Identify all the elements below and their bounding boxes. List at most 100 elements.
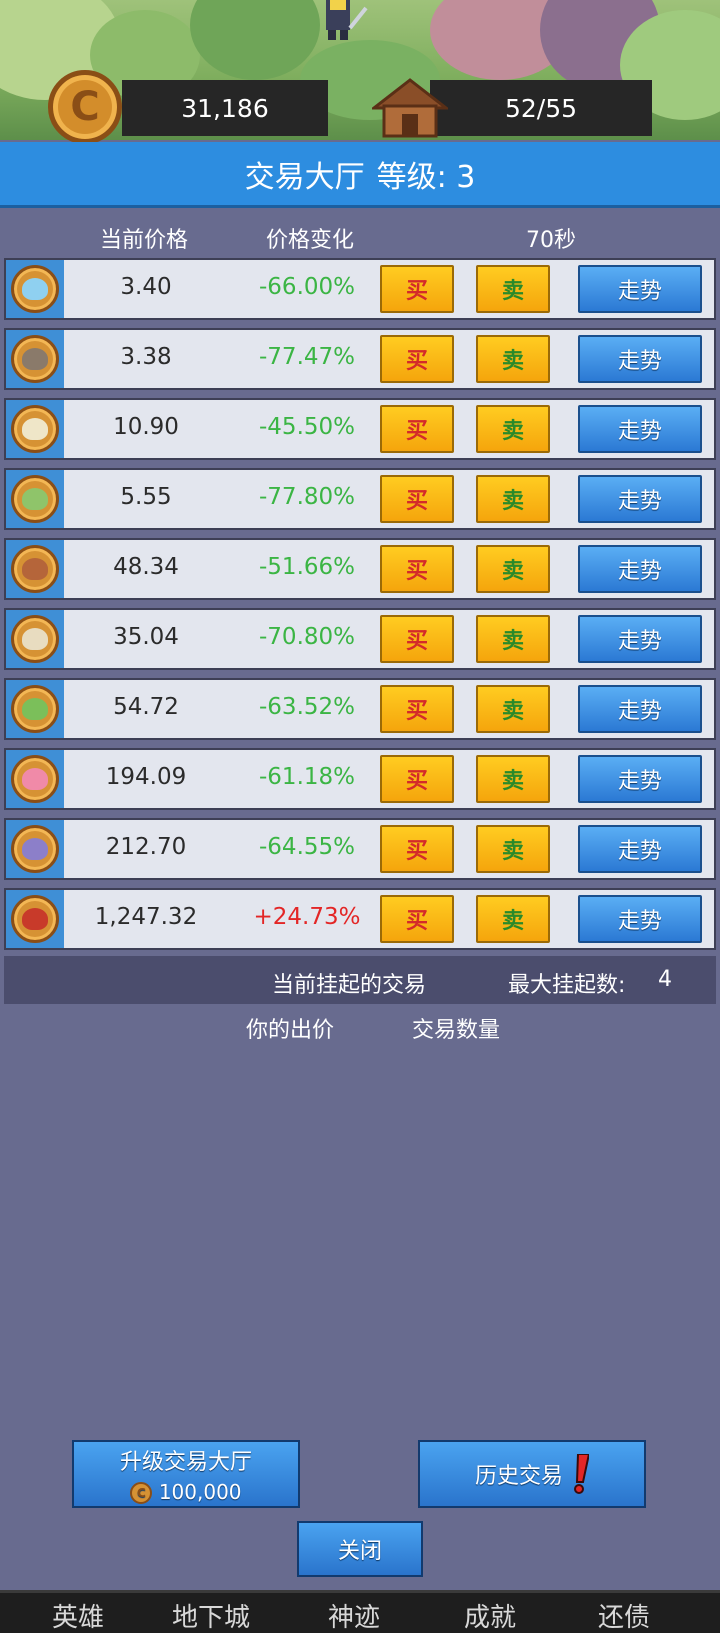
coin-icon: C: [130, 1482, 153, 1505]
nav-debt[interactable]: 还债: [598, 1597, 650, 1633]
current-price: 48.34: [113, 554, 179, 580]
nav-miracles[interactable]: 神迹: [328, 1597, 380, 1633]
market-row: 1,247.32 +24.73% 买卖走势: [4, 888, 716, 950]
quantity-header: 交易数量: [412, 1018, 501, 1043]
row-icon-cell: [6, 610, 64, 668]
sell-button[interactable]: 卖: [476, 895, 550, 943]
price-change: -45.50%: [259, 414, 355, 440]
sell-button[interactable]: 卖: [476, 545, 550, 593]
house-icon: [372, 78, 448, 138]
buy-button[interactable]: 买: [380, 685, 454, 733]
zombie-icon: [11, 335, 59, 383]
buy-button[interactable]: 买: [380, 475, 454, 523]
goblin-icon: [11, 475, 59, 523]
row-icon-cell: [6, 330, 64, 388]
close-label: 关闭: [337, 1539, 382, 1564]
sell-button[interactable]: 卖: [476, 685, 550, 733]
trend-button[interactable]: 走势: [578, 755, 702, 803]
price-change: -64.55%: [259, 834, 355, 860]
current-price: 194.09: [105, 764, 187, 790]
trend-button[interactable]: 走势: [578, 265, 702, 313]
row-icon-cell: [6, 890, 64, 948]
buy-button[interactable]: 买: [380, 265, 454, 313]
price-change: -77.47%: [259, 344, 355, 370]
trend-button[interactable]: 走势: [578, 475, 702, 523]
row-icon-cell: [6, 820, 64, 878]
pending-label: 当前挂起的交易: [272, 973, 427, 998]
market-row: 48.34 -51.66% 买卖走势: [4, 538, 716, 600]
market-row: 194.09 -61.18% 买卖走势: [4, 748, 716, 810]
buy-button[interactable]: 买: [380, 825, 454, 873]
sell-button[interactable]: 卖: [476, 335, 550, 383]
market-row: 3.40 -66.00% 买卖走势: [4, 258, 716, 320]
column-header-price: 当前价格: [100, 228, 189, 253]
current-price: 10.90: [113, 414, 179, 440]
refresh-timer: 70秒: [526, 228, 576, 253]
sell-button[interactable]: 卖: [476, 265, 550, 313]
sell-button[interactable]: 卖: [476, 615, 550, 663]
history-label: 历史交易: [474, 1464, 563, 1489]
buy-button[interactable]: 买: [380, 615, 454, 663]
market-row: 54.72 -63.52% 买卖走势: [4, 678, 716, 740]
trend-button[interactable]: 走势: [578, 405, 702, 453]
row-icon-cell: [6, 260, 64, 318]
upgrade-label: 升级交易大厅: [119, 1449, 252, 1475]
wolf-icon: [11, 615, 59, 663]
capacity-counter: 52/55: [430, 80, 652, 136]
buy-button[interactable]: 买: [380, 755, 454, 803]
nav-heroes[interactable]: 英雄: [52, 1597, 104, 1633]
row-icon-cell: [6, 750, 64, 808]
buy-button[interactable]: 买: [380, 335, 454, 383]
price-change: -61.18%: [259, 764, 355, 790]
coin-icon: C: [48, 70, 122, 144]
trend-button[interactable]: 走势: [578, 335, 702, 383]
trade-history-button[interactable]: 历史交易: [418, 1440, 646, 1508]
market-row: 5.55 -77.80% 买卖走势: [4, 468, 716, 530]
bottom-nav: 英雄 地下城 神迹 成就 还债: [0, 1590, 720, 1633]
skull-icon: [11, 405, 59, 453]
sell-button[interactable]: 卖: [476, 755, 550, 803]
slime-icon: [11, 265, 59, 313]
buy-button[interactable]: 买: [380, 545, 454, 593]
max-pending-value: 4: [658, 967, 672, 992]
price-change: -77.80%: [259, 484, 355, 510]
trend-button[interactable]: 走势: [578, 825, 702, 873]
trend-button[interactable]: 走势: [578, 895, 702, 943]
row-icon-cell: [6, 540, 64, 598]
hall-level: 等级: 3: [376, 159, 476, 195]
market-row: 212.70 -64.55% 买卖走势: [4, 818, 716, 880]
current-price: 3.38: [120, 344, 172, 370]
alert-icon: [574, 1454, 589, 1494]
row-icon-cell: [6, 470, 64, 528]
coin-counter: 31,186: [122, 80, 328, 136]
trend-button[interactable]: 走势: [578, 545, 702, 593]
current-price: 3.40: [120, 274, 172, 300]
bid-header: 你的出价: [246, 1018, 335, 1043]
nav-achievements[interactable]: 成就: [464, 1597, 516, 1633]
pending-trades-bar: 当前挂起的交易 最大挂起数: 4: [4, 956, 716, 1004]
upgrade-hall-button[interactable]: 升级交易大厅 C 100,000: [72, 1440, 300, 1508]
sell-button[interactable]: 卖: [476, 405, 550, 453]
trend-button[interactable]: 走势: [578, 615, 702, 663]
mushroom-icon: [11, 755, 59, 803]
column-header-change: 价格变化: [266, 228, 355, 253]
page-title: 交易大厅 等级: 3: [0, 142, 720, 208]
hero-sprite-icon: [326, 0, 368, 40]
close-button[interactable]: 关闭: [297, 1521, 423, 1577]
buy-button[interactable]: 买: [380, 405, 454, 453]
trend-button[interactable]: 走势: [578, 685, 702, 733]
hall-name: 交易大厅: [244, 159, 365, 195]
current-price: 1,247.32: [94, 904, 198, 930]
price-change: -66.00%: [259, 274, 355, 300]
sell-button[interactable]: 卖: [476, 825, 550, 873]
market-row: 3.38 -77.47% 买卖走势: [4, 328, 716, 390]
current-price: 212.70: [105, 834, 187, 860]
max-pending-label: 最大挂起数:: [508, 973, 626, 998]
current-price: 35.04: [113, 624, 179, 650]
nav-dungeon[interactable]: 地下城: [172, 1597, 250, 1633]
price-change: -63.52%: [259, 694, 355, 720]
sell-button[interactable]: 卖: [476, 475, 550, 523]
buy-button[interactable]: 买: [380, 895, 454, 943]
dragon-icon: [11, 895, 59, 943]
market-row: 10.90 -45.50% 买卖走势: [4, 398, 716, 460]
